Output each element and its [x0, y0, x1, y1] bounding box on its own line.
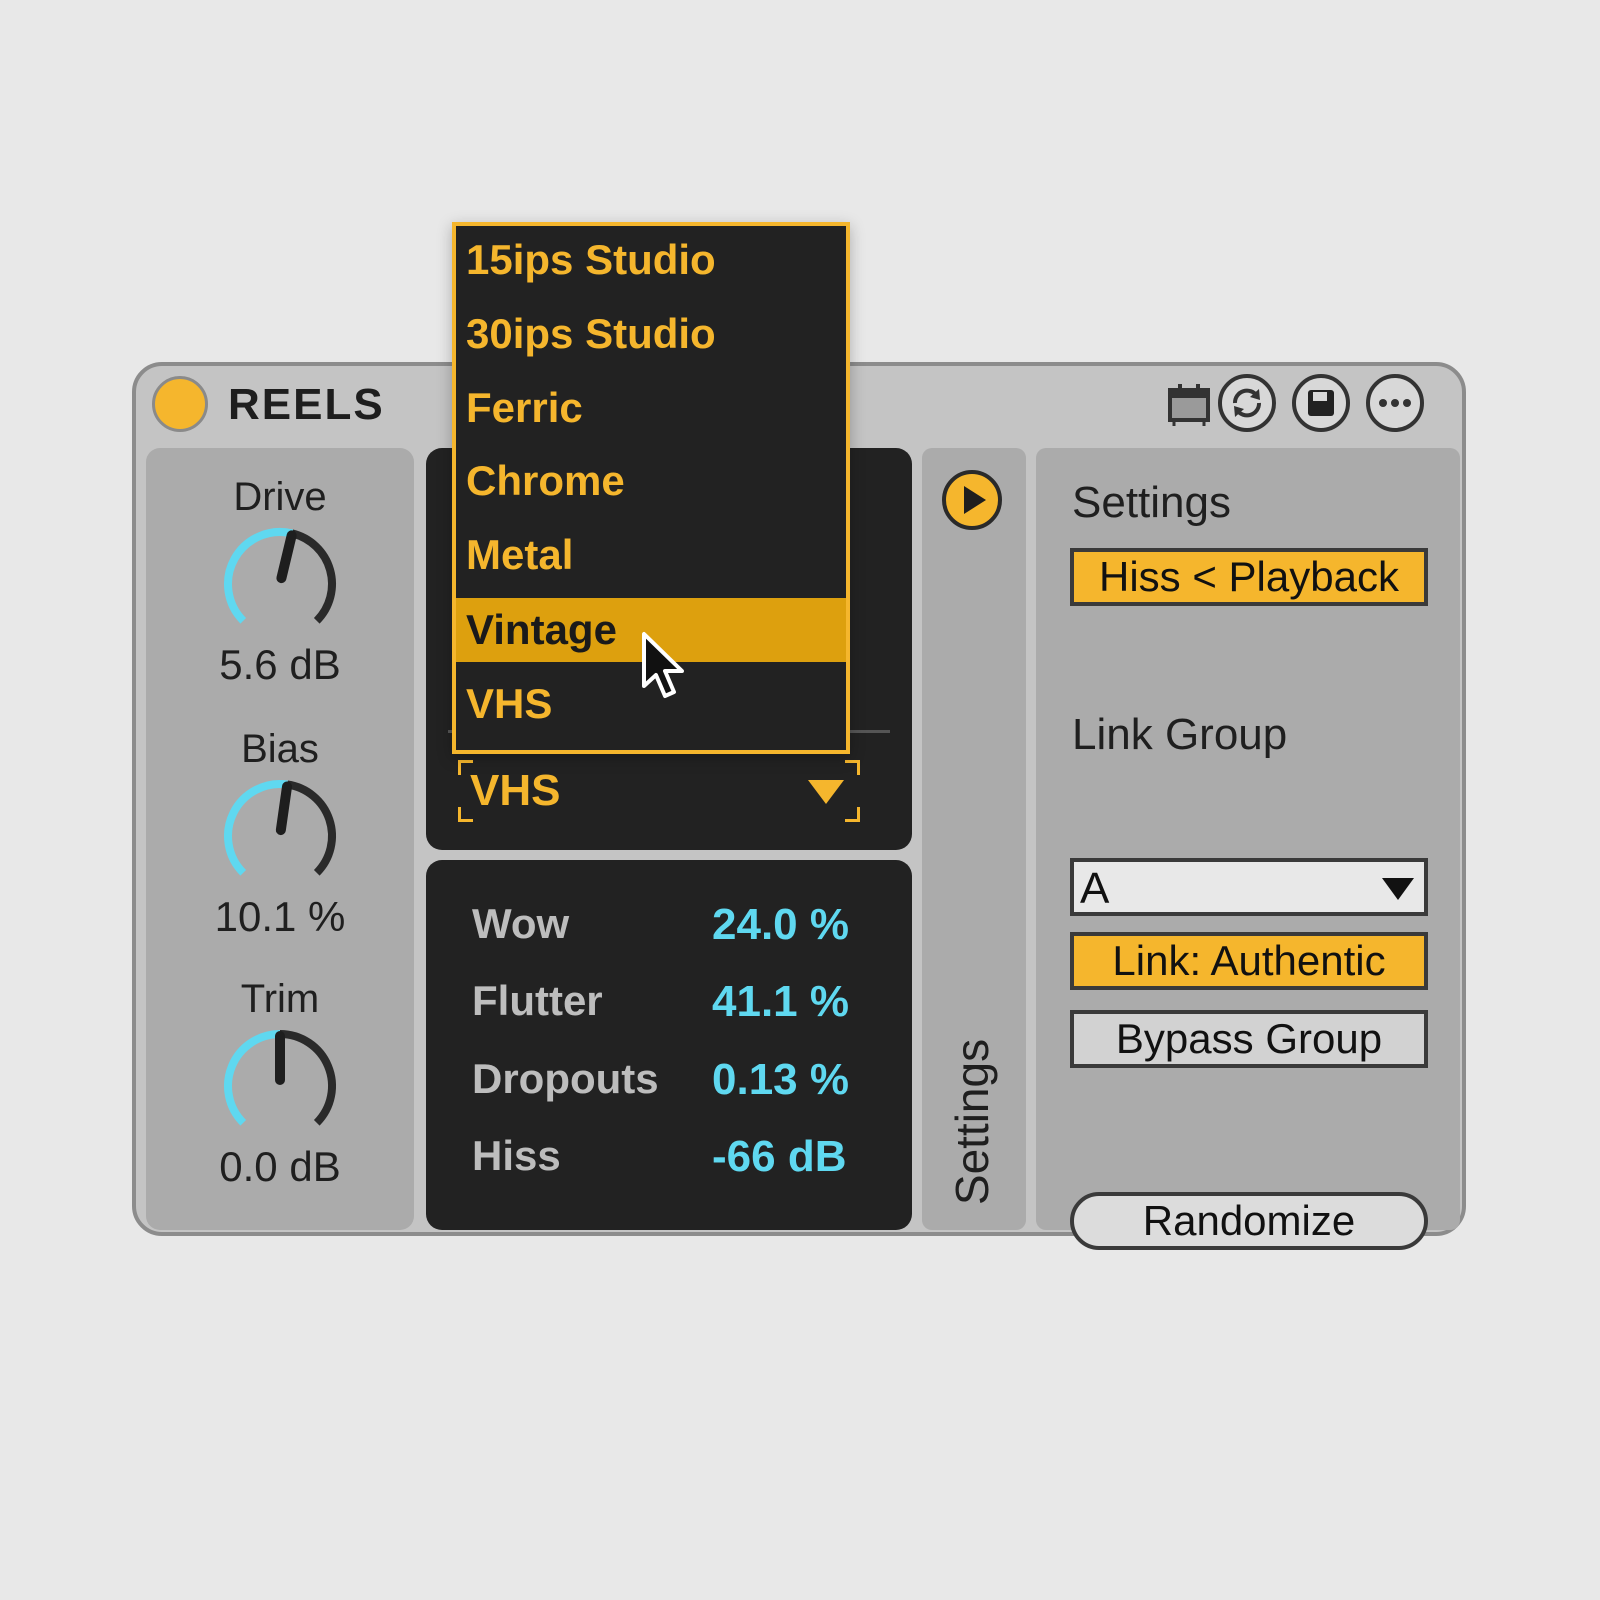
param-row-hiss[interactable]: Hiss -66 dB [472, 1132, 872, 1192]
wow-label: Wow [472, 900, 570, 947]
trim-label: Trim [240, 977, 320, 1021]
knob-pointer [276, 530, 297, 584]
knob-pointer [275, 781, 293, 836]
flutter-value[interactable]: 41.1 % [712, 977, 849, 1027]
drive-knob-group: Drive 5.6 dB [146, 472, 414, 690]
menu-item-30ips-studio[interactable]: 30ips Studio [456, 302, 846, 366]
menu-item-15ips-studio[interactable]: 15ips Studio [456, 228, 846, 292]
expand-play-button[interactable] [942, 470, 1002, 530]
settings-tab[interactable]: Settings [922, 448, 1026, 1230]
flutter-label: Flutter [472, 977, 603, 1024]
drive-value: 5.6 dB [219, 641, 341, 688]
dropouts-value[interactable]: 0.13 % [712, 1055, 849, 1105]
link-group-dropdown[interactable]: A [1070, 858, 1428, 916]
link-group-value: A [1080, 864, 1110, 913]
param-row-wow[interactable]: Wow 24.0 % [472, 900, 872, 960]
param-row-dropouts[interactable]: Dropouts 0.13 % [472, 1055, 872, 1115]
mouse-cursor-icon [642, 632, 684, 698]
hiss-playback-button[interactable]: Hiss < Playback [1070, 548, 1428, 606]
dropouts-label: Dropouts [472, 1055, 659, 1102]
bias-knob[interactable] [215, 774, 345, 892]
sync-icon[interactable] [1218, 374, 1276, 432]
bypass-group-button[interactable]: Bypass Group [1070, 1010, 1428, 1068]
device-power-button[interactable] [152, 376, 208, 432]
param-row-flutter[interactable]: Flutter 41.1 % [472, 977, 872, 1037]
settings-tab-label: Settings [946, 1038, 998, 1206]
wow-value[interactable]: 24.0 % [712, 900, 849, 950]
trim-knob-group: Trim 0.0 dB [146, 974, 414, 1192]
drive-label: Drive [233, 475, 327, 519]
knob-panel: Drive 5.6 dB Bias 10.1 % Trim 0.0 dB [146, 448, 414, 1230]
drive-knob[interactable] [215, 522, 345, 640]
knob-track [291, 529, 336, 624]
bracket-corner [845, 807, 860, 822]
tape-type-value: VHS [470, 766, 561, 815]
more-icon[interactable] [1366, 374, 1424, 432]
knob-track [279, 1030, 336, 1126]
calendar-icon[interactable] [1160, 374, 1218, 437]
link-group-label: Link Group [1072, 710, 1288, 759]
bias-value: 10.1 % [214, 893, 346, 940]
hiss-label: Hiss [472, 1132, 561, 1179]
tape-params-panel: Wow 24.0 % Flutter 41.1 % Dropouts 0.13 … [426, 860, 912, 1230]
settings-panel: Settings Hiss < Playback Link Group A Li… [1036, 448, 1460, 1250]
save-icon[interactable] [1292, 374, 1350, 432]
menu-item-ferric[interactable]: Ferric [456, 376, 846, 440]
trim-value: 0.0 dB [219, 1143, 341, 1190]
dropdown-arrow-icon [808, 780, 844, 804]
trim-knob[interactable] [215, 1024, 345, 1142]
settings-heading: Settings [1072, 478, 1231, 527]
chevron-down-icon [1382, 878, 1414, 900]
bias-label: Bias [241, 727, 319, 771]
tape-type-selector[interactable]: VHS [458, 760, 860, 822]
bracket-corner [845, 760, 860, 775]
link-authentic-button[interactable]: Link: Authentic [1070, 932, 1428, 990]
randomize-button[interactable]: Randomize [1070, 1192, 1428, 1250]
menu-item-metal[interactable]: Metal [456, 523, 846, 587]
bias-knob-group: Bias 10.1 % [146, 724, 414, 942]
menu-item-chrome[interactable]: Chrome [456, 449, 846, 513]
hiss-value[interactable]: -66 dB [712, 1132, 846, 1182]
device-title: REELS [228, 380, 385, 429]
knob-value-arc [224, 1030, 281, 1126]
knob-track [286, 780, 336, 876]
play-icon [964, 486, 986, 514]
